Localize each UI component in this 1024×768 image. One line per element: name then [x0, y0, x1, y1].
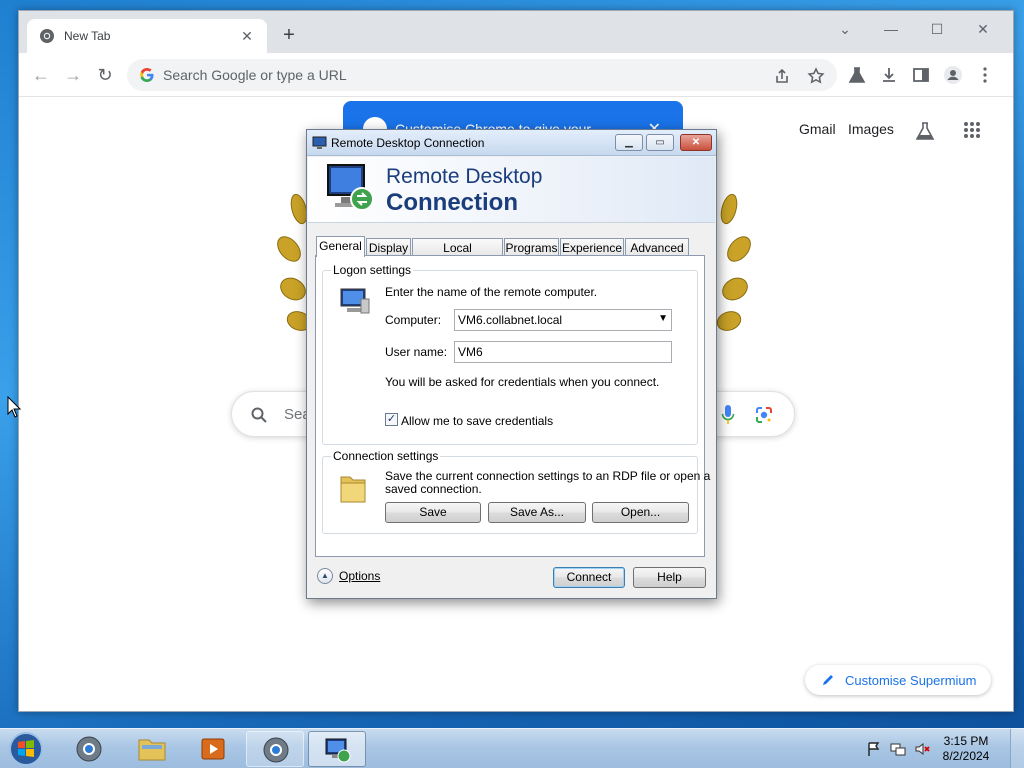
pencil-icon: [823, 675, 833, 685]
mouse-cursor-icon: [7, 396, 21, 418]
logon-settings-legend: Logon settings: [331, 263, 414, 277]
tab-title: New Tab: [64, 29, 111, 43]
connection-description-line1: Save the current connection settings to …: [385, 469, 711, 483]
supermium-running-icon: [263, 737, 289, 763]
taskbar-supermium-running[interactable]: [246, 731, 304, 767]
taskbar: 3:15 PM 8/2/2024: [0, 728, 1024, 768]
chrome-favicon-icon: [40, 29, 54, 43]
help-button[interactable]: Help: [633, 567, 706, 588]
forward-button[interactable]: →: [61, 63, 85, 87]
media-player-icon: [201, 738, 225, 760]
logon-settings-group: Logon settings Enter the name of the rem…: [322, 263, 698, 445]
supermium-icon: [76, 736, 102, 762]
dialog-title: Remote Desktop Connection: [331, 136, 485, 150]
omnibox[interactable]: [127, 59, 837, 91]
browser-toolbar: ← → ↻: [19, 53, 1013, 97]
username-field[interactable]: VM6: [454, 341, 672, 363]
google-lens-icon[interactable]: [754, 405, 774, 425]
options-label[interactable]: Options: [339, 569, 380, 583]
connection-settings-group: Connection settings Save the current con…: [322, 449, 710, 534]
taskbar-supermium[interactable]: [60, 731, 118, 767]
start-orb-icon[interactable]: [6, 731, 46, 767]
clock-date: 8/2/2024: [942, 749, 990, 763]
save-credentials-label[interactable]: Allow me to save credentials: [401, 414, 553, 428]
remote-desktop-dialog: Remote Desktop Connection ▁ ▭ ✕ Remote D…: [306, 129, 717, 599]
tab-new-tab[interactable]: New Tab ✕: [27, 19, 267, 53]
rdp-monitor-icon: [327, 164, 374, 211]
new-tab-button[interactable]: +: [277, 23, 301, 47]
save-credentials-checkbox[interactable]: ✓: [385, 413, 398, 426]
connect-button[interactable]: Connect: [553, 567, 625, 588]
reload-button[interactable]: ↻: [93, 63, 117, 87]
omnibox-input[interactable]: [163, 67, 723, 83]
system-clock[interactable]: 3:15 PM 8/2/2024: [936, 734, 996, 764]
dialog-banner: Remote Desktop Connection: [308, 157, 715, 223]
computer-value: VM6.collabnet.local: [458, 313, 563, 327]
general-tab-panel: Logon settings Enter the name of the rem…: [315, 255, 710, 557]
side-panel-icon[interactable]: [911, 65, 931, 85]
computer-combobox[interactable]: VM6.collabnet.local ▼: [454, 309, 672, 331]
taskbar-media-player[interactable]: [184, 731, 242, 767]
dropdown-arrow-icon[interactable]: ▼: [658, 313, 668, 324]
banner-line2: Connection: [386, 189, 518, 216]
dialog-titlebar[interactable]: Remote Desktop Connection ▁ ▭ ✕: [307, 130, 716, 156]
dialog-close-button[interactable]: ✕: [680, 134, 712, 151]
tab-general[interactable]: General: [316, 236, 365, 257]
customise-label: Customise Supermium: [845, 672, 977, 688]
tab-search-icon[interactable]: ⌄: [831, 19, 859, 39]
menu-kebab-icon[interactable]: [975, 65, 995, 85]
tab-close-icon[interactable]: ✕: [239, 28, 255, 45]
google-g-icon: [140, 68, 154, 82]
computer-icon: [340, 288, 370, 314]
back-button[interactable]: ←: [29, 63, 53, 87]
taskbar-remote-desktop[interactable]: [308, 731, 366, 767]
tab-strip: New Tab ✕ + ⌄ — ☐ ✕: [19, 11, 1013, 53]
open-button[interactable]: Open...: [592, 502, 689, 523]
bookmark-star-icon[interactable]: [807, 67, 825, 85]
banner-line1: Remote Desktop: [386, 165, 543, 188]
minimize-button[interactable]: —: [877, 19, 905, 39]
connection-description-line2: saved connection.: [385, 482, 482, 496]
dialog-minimize-button[interactable]: ▁: [615, 134, 643, 151]
options-toggle[interactable]: ▲ Options: [317, 568, 380, 584]
share-icon[interactable]: [773, 67, 791, 85]
action-center-flag-icon[interactable]: [866, 741, 882, 757]
customise-supermium-button[interactable]: Customise Supermium: [805, 665, 991, 695]
username-label: User name:: [385, 345, 448, 359]
logon-instruction: Enter the name of the remote computer.: [385, 285, 598, 299]
username-value: VM6: [458, 345, 483, 359]
close-window-button[interactable]: ✕: [969, 19, 997, 39]
connection-settings-legend: Connection settings: [331, 449, 441, 463]
rdp-window-icon: [312, 136, 327, 149]
remote-desktop-icon: [325, 738, 351, 763]
show-desktop-button[interactable]: [1010, 729, 1024, 768]
credentials-note: You will be asked for credentials when y…: [385, 375, 660, 389]
maximize-button[interactable]: ☐: [923, 19, 951, 39]
options-collapse-icon[interactable]: ▲: [317, 568, 333, 584]
network-icon[interactable]: [890, 741, 906, 757]
explorer-folder-icon: [138, 739, 166, 761]
search-icon: [251, 407, 267, 423]
download-icon[interactable]: [879, 65, 899, 85]
folder-icon: [340, 476, 366, 503]
save-button[interactable]: Save: [385, 502, 481, 523]
voice-search-mic-icon[interactable]: [720, 404, 736, 426]
labs-icon[interactable]: [915, 121, 935, 141]
save-as-button[interactable]: Save As...: [488, 502, 586, 523]
google-apps-icon[interactable]: [963, 121, 981, 139]
taskbar-windows-explorer[interactable]: [122, 731, 180, 767]
images-link[interactable]: Images: [848, 121, 894, 137]
gmail-link[interactable]: Gmail: [799, 121, 836, 137]
computer-label: Computer:: [385, 313, 442, 327]
clock-time: 3:15 PM: [943, 734, 989, 748]
dialog-maximize-button[interactable]: ▭: [646, 134, 674, 151]
profile-avatar-icon[interactable]: [943, 65, 963, 85]
volume-muted-icon[interactable]: [914, 741, 930, 757]
doodle-laurel-right-icon: [716, 193, 751, 331]
labs-flask-icon[interactable]: [847, 65, 867, 85]
